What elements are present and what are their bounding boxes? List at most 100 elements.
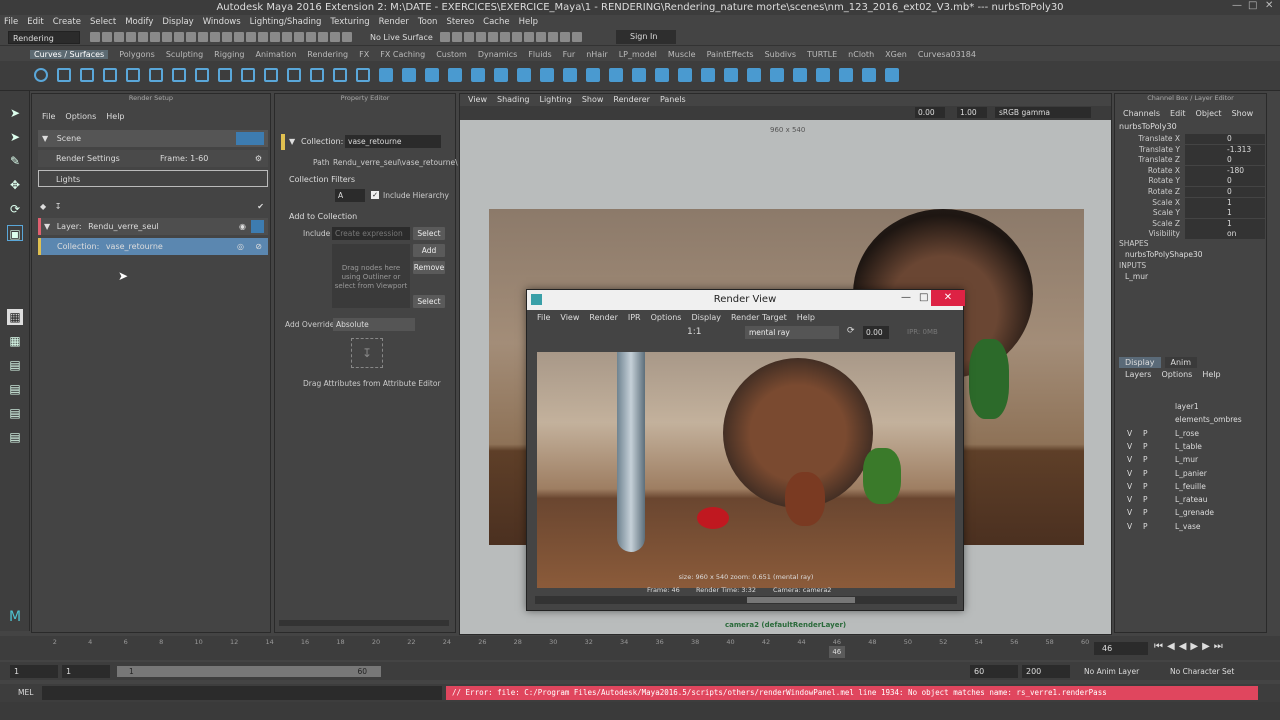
shelf-tab-turtle[interactable]: TURTLE: [807, 50, 837, 59]
toolbar-icon[interactable]: [126, 32, 136, 42]
layer-row[interactable]: V P L_mur: [1123, 453, 1263, 466]
shelf-tool-icon[interactable]: [724, 68, 738, 82]
colorspace-dropdown[interactable]: sRGB gamma: [995, 107, 1091, 118]
toolbar-icon[interactable]: [572, 32, 582, 42]
shelf-tool-icon[interactable]: [517, 68, 531, 82]
shelf-tab-sculpting[interactable]: Sculpting: [166, 50, 203, 59]
shelf-tool-icon[interactable]: [310, 68, 324, 82]
include-expression-input[interactable]: Create expression: [332, 227, 410, 240]
select-tool-icon[interactable]: ➤: [7, 105, 23, 121]
playback-end-field[interactable]: 200: [1022, 665, 1070, 678]
playback-toggle[interactable]: P: [1143, 493, 1148, 506]
toolbar-icon[interactable]: [548, 32, 558, 42]
exposure-field[interactable]: 0.00: [915, 107, 945, 118]
playback-controls[interactable]: ⏮◀◀▶▶⏭: [1154, 641, 1227, 652]
visibility-toggle[interactable]: V: [1127, 453, 1132, 466]
menu-display[interactable]: Display: [162, 17, 193, 27]
menu-help[interactable]: Help: [106, 112, 124, 121]
override-dropdown[interactable]: Absolute: [333, 318, 415, 331]
maximize-icon[interactable]: □: [1248, 0, 1257, 11]
render-layer-icon[interactable]: [251, 220, 264, 233]
shelf-tool-icon[interactable]: [195, 68, 209, 82]
shelf-tab-animation[interactable]: Animation: [255, 50, 296, 59]
menu-panels[interactable]: Panels: [660, 94, 686, 106]
shelf-tab-muscle[interactable]: Muscle: [668, 50, 696, 59]
toolbar-icon[interactable]: [270, 32, 280, 42]
collection-name-field[interactable]: vase_retourne: [345, 135, 441, 148]
gamma-field[interactable]: 1.00: [957, 107, 987, 118]
scrollbar-thumb[interactable]: [747, 597, 855, 603]
refresh-icon[interactable]: ⟳: [847, 326, 855, 336]
toolbar-icon[interactable]: [294, 32, 304, 42]
menu-view[interactable]: View: [468, 94, 487, 106]
input-name[interactable]: L_mur: [1125, 272, 1148, 281]
toolbar-icon[interactable]: [222, 32, 232, 42]
playback-toggle[interactable]: P: [1143, 440, 1148, 453]
select-button[interactable]: Select: [413, 227, 445, 240]
remove-button[interactable]: Remove: [413, 261, 445, 274]
attribute-value[interactable]: 0: [1185, 187, 1265, 197]
shelf-tool-icon[interactable]: [609, 68, 623, 82]
layer-row[interactable]: V P L_feuille: [1123, 480, 1263, 493]
close-icon[interactable]: ✕: [931, 290, 965, 306]
toolbar-icon[interactable]: [488, 32, 498, 42]
visibility-toggle[interactable]: V: [1127, 506, 1132, 519]
shelf-tab-ncloth[interactable]: nCloth: [848, 50, 874, 59]
menu-view[interactable]: View: [560, 311, 579, 324]
shelf-tab-fx[interactable]: FX: [359, 50, 369, 59]
attribute-row[interactable]: Translate Y -1.313: [1115, 144, 1268, 155]
mel-label[interactable]: MEL: [18, 688, 33, 697]
menu-select[interactable]: Select: [90, 17, 116, 27]
anim-layer-dropdown[interactable]: No Anim Layer: [1084, 667, 1139, 676]
menu-cache[interactable]: Cache: [483, 17, 509, 27]
shelf-tool-icon[interactable]: [287, 68, 301, 82]
shelf-tab-nhair[interactable]: nHair: [586, 50, 608, 59]
shelf-tab-curvesa03184[interactable]: Curvesa03184: [918, 50, 976, 59]
create-layer-icon[interactable]: ◆: [38, 202, 46, 211]
shelf-tool-icon[interactable]: [356, 68, 370, 82]
gear-icon[interactable]: ⚙: [255, 150, 262, 167]
attribute-row[interactable]: Visibility on: [1115, 229, 1268, 240]
shelf-tool-icon[interactable]: [379, 68, 393, 82]
ratio-button[interactable]: 1:1: [687, 327, 701, 337]
menu-windows[interactable]: Windows: [203, 17, 241, 27]
shelf-tool-icon[interactable]: [448, 68, 462, 82]
visibility-toggle[interactable]: V: [1127, 480, 1132, 493]
attribute-value[interactable]: 1: [1185, 218, 1265, 229]
shelf-tool-icon[interactable]: [218, 68, 232, 82]
menu-show[interactable]: Show: [1232, 109, 1254, 118]
select-button-2[interactable]: Select: [413, 295, 445, 308]
shelf-tool-icon[interactable]: [655, 68, 669, 82]
shelf-tool-icon[interactable]: [126, 68, 140, 82]
visibility-toggle[interactable]: V: [1127, 427, 1132, 440]
shelf-tool-icon[interactable]: [80, 68, 94, 82]
attribute-row[interactable]: Scale X 1: [1115, 197, 1268, 208]
toolbar-icon[interactable]: [150, 32, 160, 42]
playback-toggle[interactable]: P: [1143, 427, 1148, 440]
menu-file[interactable]: File: [4, 17, 18, 27]
time-slider[interactable]: 46 ⏮◀◀▶▶⏭ 2 4 6 8 10 12 14 16 18 20 22 24 26 28 30 32 34…: [0, 636, 1280, 660]
toolbar-icon[interactable]: [330, 32, 340, 42]
menu-options[interactable]: Options: [1161, 370, 1192, 379]
menu-help[interactable]: Help: [1202, 370, 1220, 379]
toolbar-icon[interactable]: [210, 32, 220, 42]
shelf-tab-fluids[interactable]: Fluids: [528, 50, 551, 59]
move-tool-icon[interactable]: ✥: [7, 177, 23, 193]
playback-toggle[interactable]: P: [1143, 506, 1148, 519]
minimize-icon[interactable]: —: [901, 292, 911, 303]
layer-row[interactable]: V P L_panier: [1123, 467, 1263, 480]
menu-display[interactable]: Display: [691, 311, 721, 324]
shelf-tool-icon[interactable]: [103, 68, 117, 82]
shelf-tool-icon[interactable]: [701, 68, 715, 82]
isolate-icon[interactable]: ◎: [237, 238, 244, 255]
attribute-value[interactable]: 0: [1185, 176, 1265, 187]
menu-edit[interactable]: Edit: [27, 17, 43, 27]
character-set-dropdown[interactable]: No Character Set: [1170, 667, 1234, 676]
toolbar-icon[interactable]: [186, 32, 196, 42]
layer-row[interactable]: V P L_table: [1123, 440, 1263, 453]
toolbar-icon[interactable]: [452, 32, 462, 42]
shelf-tool-icon[interactable]: [862, 68, 876, 82]
tab-anim[interactable]: Anim: [1164, 357, 1198, 368]
menu-file[interactable]: File: [537, 311, 550, 324]
scene-row[interactable]: ▼ Scene: [38, 130, 268, 147]
